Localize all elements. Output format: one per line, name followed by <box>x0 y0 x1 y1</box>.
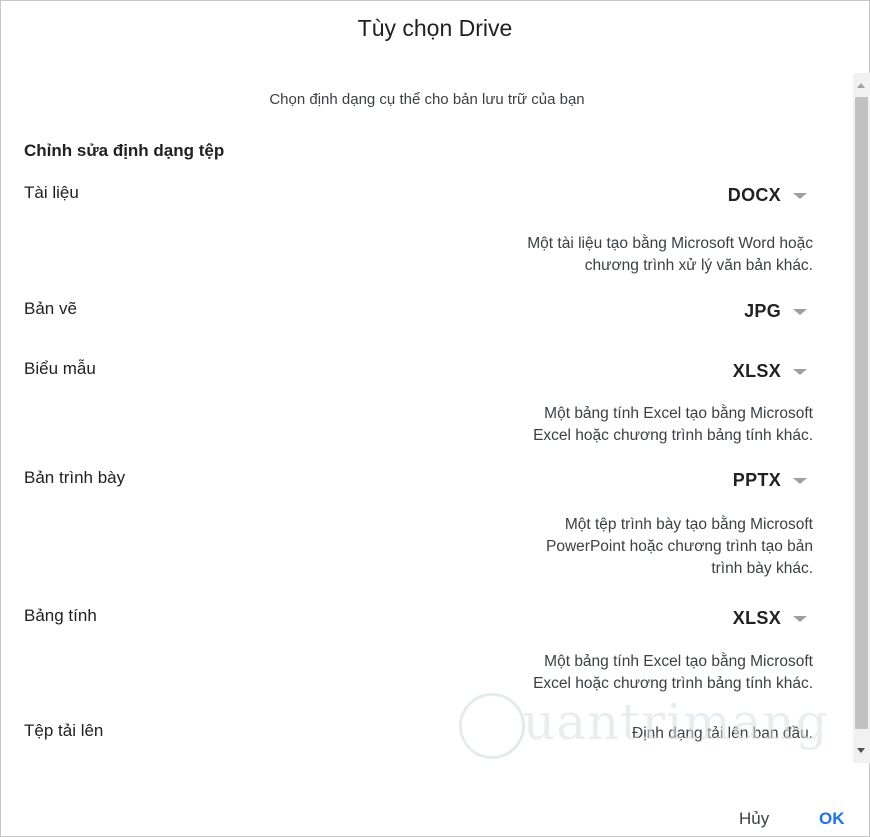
documents-format-select[interactable]: DOCX <box>728 185 807 206</box>
description-line: trình bày khác. <box>711 560 813 577</box>
forms-format-value: XLSX <box>732 361 781 381</box>
description-line: Một bảng tính Excel tạo bằng Microsoft <box>544 653 813 670</box>
spreadsheets-format-select[interactable]: XLSX <box>733 608 807 629</box>
vertical-scrollbar[interactable] <box>853 73 870 763</box>
row-label-drawings: Bản vẽ <box>24 299 77 318</box>
description-line: Một bảng tính Excel tạo bằng Microsoft <box>544 405 813 422</box>
scroll-up-arrow-icon[interactable] <box>857 83 865 88</box>
description-line: chương trình xử lý văn bản khác. <box>584 257 813 274</box>
presentations-format-description: Một tệp trình bày tạo bằng Microsoft Pow… <box>393 514 813 580</box>
cancel-button[interactable]: Hủy <box>739 809 769 829</box>
spreadsheets-format-description: Một bảng tính Excel tạo bằng Microsoft E… <box>393 651 813 695</box>
description-line: Excel hoặc chương trình bảng tính khác. <box>533 427 813 444</box>
ok-button[interactable]: OK <box>819 809 845 829</box>
row-label-presentations: Bản trình bày <box>24 468 126 487</box>
options-scroll-area[interactable]: Chọn định dạng cụ thể cho bản lưu trữ củ… <box>1 73 853 763</box>
scrollbar-thumb[interactable] <box>855 97 868 729</box>
caret-down-icon <box>793 615 807 622</box>
scroll-down-arrow-icon[interactable] <box>857 748 865 753</box>
drive-options-dialog: Tùy chọn Drive Chọn định dạng cụ thể cho… <box>0 0 870 837</box>
caret-down-icon <box>793 308 807 315</box>
row-label-documents: Tài liệu <box>24 183 79 202</box>
dialog-subtitle: Chọn định dạng cụ thể cho bản lưu trữ củ… <box>269 91 585 108</box>
caret-down-icon <box>793 368 807 375</box>
description-line: PowerPoint hoặc chương trình tạo bản <box>546 538 813 555</box>
description-line: Một tệp trình bày tạo bằng Microsoft <box>564 516 813 533</box>
forms-format-description: Một bảng tính Excel tạo bằng Microsoft E… <box>393 403 813 447</box>
documents-format-description: Một tài liệu tạo bằng Microsoft Word hoặ… <box>393 233 813 277</box>
caret-down-icon <box>793 192 807 199</box>
section-heading: Chỉnh sửa định dạng tệp <box>24 141 225 160</box>
presentations-format-select[interactable]: PPTX <box>733 470 807 491</box>
forms-format-select[interactable]: XLSX <box>733 361 807 382</box>
uploads-format-value: Định dạng tải lên ban đầu. <box>632 725 813 742</box>
row-label-uploads: Tệp tải lên <box>24 721 104 740</box>
drawings-format-value: JPG <box>744 301 781 321</box>
dialog-title: Tùy chọn Drive <box>357 15 513 41</box>
description-line: Excel hoặc chương trình bảng tính khác. <box>533 675 813 692</box>
drawings-format-select[interactable]: JPG <box>744 301 807 322</box>
documents-format-value: DOCX <box>727 185 781 205</box>
caret-down-icon <box>793 477 807 484</box>
row-label-forms: Biểu mẫu <box>24 359 96 378</box>
description-line: Một tài liệu tạo bằng Microsoft Word hoặ… <box>527 235 813 252</box>
row-label-spreadsheets: Bảng tính <box>24 606 97 625</box>
presentations-format-value: PPTX <box>732 470 781 490</box>
spreadsheets-format-value: XLSX <box>732 608 781 628</box>
